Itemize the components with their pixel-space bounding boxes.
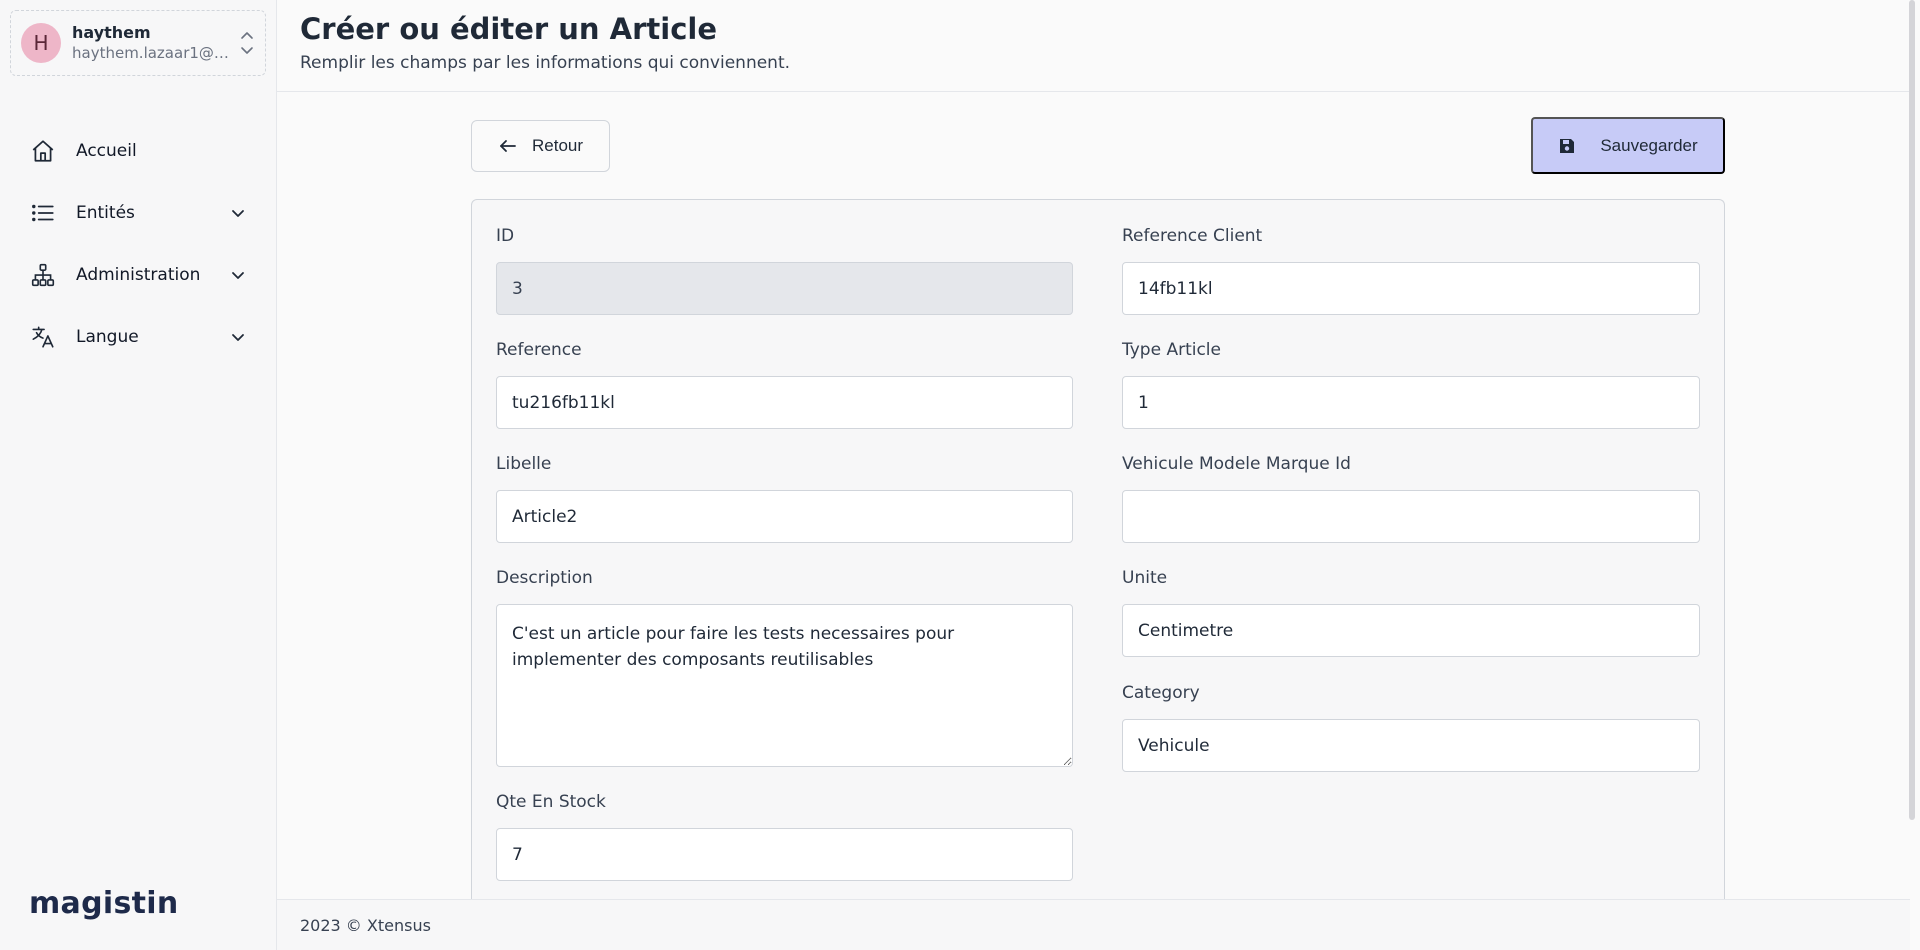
hierarchy-icon — [31, 263, 55, 287]
vehicule-modele-marque-id-field[interactable] — [1122, 490, 1700, 543]
user-email: haythem.lazaar1@gm... — [72, 44, 237, 62]
libelle-label: Libelle — [496, 454, 552, 474]
vehicule-modele-marque-id-label: Vehicule Modele Marque Id — [1122, 454, 1351, 474]
id-field[interactable] — [496, 262, 1073, 315]
copyright-text: 2023 © Xtensus — [300, 916, 431, 935]
unite-label: Unite — [1122, 568, 1168, 588]
arrow-left-icon — [500, 140, 516, 152]
back-button[interactable]: Retour — [471, 120, 610, 172]
save-button-label: Sauvegarder — [1600, 135, 1698, 155]
reference-field[interactable] — [496, 376, 1073, 429]
sidebar-item-label: Accueil — [76, 141, 137, 161]
description-field[interactable]: C'est un article pour faire les tests ne… — [496, 604, 1073, 767]
translate-icon — [32, 326, 54, 348]
back-button-label: Retour — [531, 136, 584, 155]
sidebar-item-label: Entités — [76, 203, 135, 223]
page-title: Créer ou éditer un Article — [300, 12, 718, 46]
home-icon — [32, 140, 54, 162]
reference-client-label: Reference Client — [1122, 226, 1263, 246]
sidebar-item-label: Administration — [76, 265, 201, 285]
page-scrollbar[interactable] — [1909, 0, 1915, 820]
type-article-label: Type Article — [1122, 340, 1221, 360]
chevron-down-icon — [232, 334, 244, 341]
page-subtitle: Remplir les champs par les informations … — [300, 53, 791, 73]
chevron-down-icon — [232, 272, 244, 279]
category-field[interactable] — [1122, 719, 1700, 772]
floppy-disk-icon — [1560, 138, 1575, 153]
sidebar-item-accueil[interactable]: Accueil — [0, 120, 277, 182]
reference-label: Reference — [496, 340, 582, 360]
brand-logo: magistin — [29, 886, 179, 921]
sidebar-item-administration[interactable]: Administration — [0, 244, 277, 306]
type-article-field[interactable] — [1122, 376, 1700, 429]
chevron-up-down-icon — [241, 32, 253, 54]
description-label: Description — [496, 568, 593, 588]
reference-client-field[interactable] — [1122, 262, 1700, 315]
save-button[interactable]: Sauvegarder — [1531, 117, 1725, 174]
user-switcher[interactable]: H haythem haythem.lazaar1@gm... — [10, 10, 266, 76]
qte-en-stock-field[interactable] — [496, 828, 1073, 881]
sidebar-item-langue[interactable]: Langue — [0, 306, 277, 368]
qte-en-stock-label: Qte En Stock — [496, 792, 606, 812]
unite-field[interactable] — [1122, 604, 1700, 657]
page-header: Créer ou éditer un Article Remplir les c… — [277, 0, 1910, 92]
list-icon — [32, 204, 54, 222]
page-footer: 2023 © Xtensus — [277, 899, 1910, 950]
sidebar: H haythem haythem.lazaar1@gm... Accueil — [0, 0, 277, 950]
libelle-field[interactable] — [496, 490, 1073, 543]
category-label: Category — [1122, 683, 1200, 703]
sidebar-nav: Accueil Entités Administration Langue — [0, 120, 277, 368]
sidebar-item-label: Langue — [76, 327, 139, 347]
chevron-down-icon — [232, 210, 244, 217]
avatar: H — [21, 23, 61, 63]
sidebar-item-entites[interactable]: Entités — [0, 182, 277, 244]
user-name: haythem — [72, 23, 151, 42]
user-info: haythem haythem.lazaar1@gm... — [72, 23, 237, 63]
id-label: ID — [496, 226, 515, 246]
